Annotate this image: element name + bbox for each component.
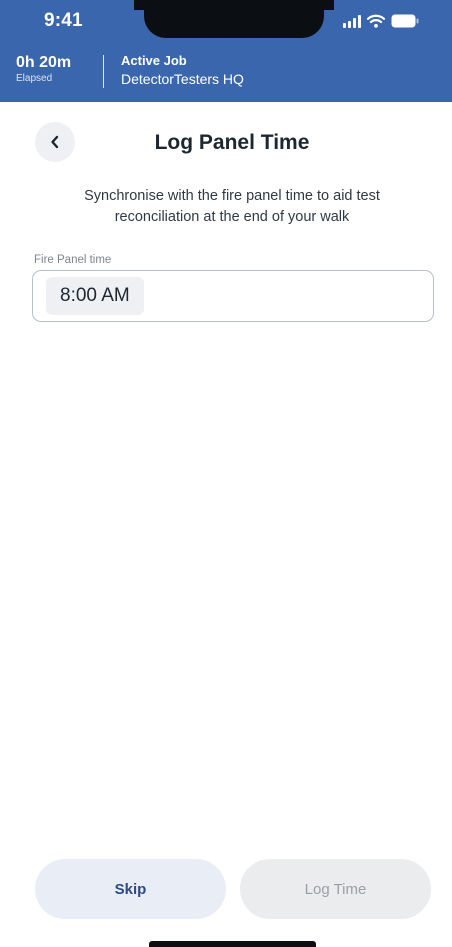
fire-panel-time-label: Fire Panel time (34, 254, 112, 266)
page-title: Log Panel Time (154, 131, 310, 154)
log-time-button[interactable]: Log Time (240, 859, 431, 919)
job-bar-divider (103, 55, 104, 88)
fire-panel-time-field[interactable]: 8:00 AM (32, 270, 434, 322)
elapsed-value: 0h 20m (16, 54, 72, 71)
page-description: Synchronise with the fire panel time to … (84, 188, 380, 225)
elapsed-timer: 0h 20m Elapsed (16, 54, 71, 84)
wifi-icon (367, 14, 385, 28)
status-bar-icons (343, 13, 419, 29)
skip-button[interactable]: Skip (35, 859, 226, 919)
elapsed-label: Elapsed (16, 73, 53, 84)
active-job-title: Active Job (121, 53, 187, 68)
active-job-info: Active Job DetectorTesters HQ (121, 53, 244, 87)
status-bar-time: 9:41 (44, 10, 83, 31)
battery-icon (391, 14, 419, 28)
time-picker-value[interactable]: 8:00 AM (46, 277, 144, 315)
active-job-name: DetectorTesters HQ (121, 71, 244, 87)
signal-icon (343, 14, 361, 28)
device-notch (134, 0, 334, 38)
home-indicator (149, 941, 316, 947)
